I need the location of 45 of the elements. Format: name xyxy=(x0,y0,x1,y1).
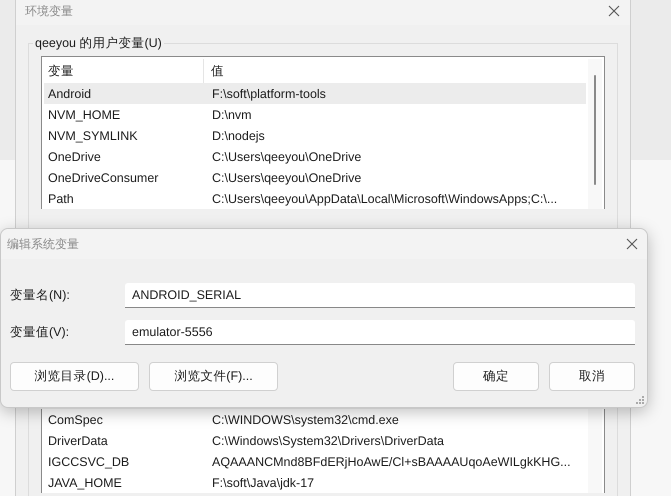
variable-value: D:\nvm xyxy=(211,108,252,122)
field-label: 变量名(N): xyxy=(10,287,71,304)
close-icon[interactable] xyxy=(608,5,620,17)
variable-value: F:\soft\Java\jdk-17 xyxy=(211,476,314,490)
dialog-button[interactable]: 取消 xyxy=(549,362,635,391)
group-label: qeeyou 的用户变量(U) xyxy=(33,35,164,52)
variable-name: Android xyxy=(47,86,92,100)
list-row[interactable]: DriverData C:\Windows\System32\Drivers\DriverData xyxy=(44,430,586,451)
variable-value: C:\Users\qeeyou\OneDrive xyxy=(211,150,362,164)
variable-value: C:\Windows\System32\Drivers\DriverData xyxy=(211,434,444,448)
resize-grip-icon[interactable] xyxy=(636,396,644,404)
variable-name: JAVA_HOME xyxy=(47,476,123,490)
column-header[interactable]: 值 xyxy=(204,62,224,80)
list-row[interactable]: IGCCSVC_DB AQAAANCMnd8BFdERjHoAwE/Cl+sBAAAAUqoAeWILgkKHG... xyxy=(44,451,586,472)
variable-name: OneDrive xyxy=(47,150,102,164)
list-row[interactable]: OneDriveConsumer C:\Users\qeeyou\OneDrive xyxy=(44,167,586,188)
variable-name: DriverData xyxy=(47,434,109,448)
variable-name: Path xyxy=(47,192,75,206)
browse-button[interactable]: 浏览目录(D)... xyxy=(10,362,139,391)
list-row[interactable]: ComSpec C:\WINDOWS\system32\cmd.exe xyxy=(44,409,586,430)
variable-name: ComSpec xyxy=(47,412,104,426)
list-row[interactable]: OneDrive C:\Users\qeeyou\OneDrive xyxy=(44,146,586,167)
input-field[interactable]: emulator-5556 xyxy=(125,320,635,345)
dialog-title: 编辑系统变量 xyxy=(7,236,79,252)
variable-name: NVM_SYMLINK xyxy=(47,128,139,142)
list-row[interactable]: Path C:\Users\qeeyou\AppData\Local\Microsoft\WindowsApps;C:\... xyxy=(44,188,586,209)
input-field[interactable]: ANDROID_SERIAL xyxy=(125,283,635,308)
window-title: 环境变量 xyxy=(25,2,73,20)
dialog-button[interactable]: 确定 xyxy=(453,362,539,391)
variable-name: OneDriveConsumer xyxy=(47,170,160,184)
variable-value: C:\WINDOWS\system32\cmd.exe xyxy=(211,412,399,426)
variable-value: C:\Users\qeeyou\AppData\Local\Microsoft\WindowsApps;C:\... xyxy=(211,192,558,206)
browse-button[interactable]: 浏览文件(F)... xyxy=(149,362,278,391)
variable-value: F:\soft\platform-tools xyxy=(211,86,326,100)
variable-name: NVM_HOME xyxy=(47,108,122,122)
variable-value: D:\nodejs xyxy=(211,128,265,142)
variable-value: AQAAANCMnd8BFdERjHoAwE/Cl+sBAAAAUqoAeWILgkKHG... xyxy=(211,454,571,468)
list-row[interactable]: Android F:\soft\platform-tools xyxy=(44,83,586,104)
variable-value: C:\Users\qeeyou\OneDrive xyxy=(211,170,362,184)
list-row[interactable]: JAVA_HOME F:\soft\Java\jdk-17 xyxy=(44,472,586,493)
close-icon[interactable] xyxy=(626,238,638,250)
list-row[interactable]: NVM_HOME D:\nvm xyxy=(44,104,586,125)
field-label: 变量值(V): xyxy=(10,324,70,341)
variable-name: IGCCSVC_DB xyxy=(47,454,130,468)
list-row[interactable]: NVM_SYMLINK D:\nodejs xyxy=(44,125,586,146)
